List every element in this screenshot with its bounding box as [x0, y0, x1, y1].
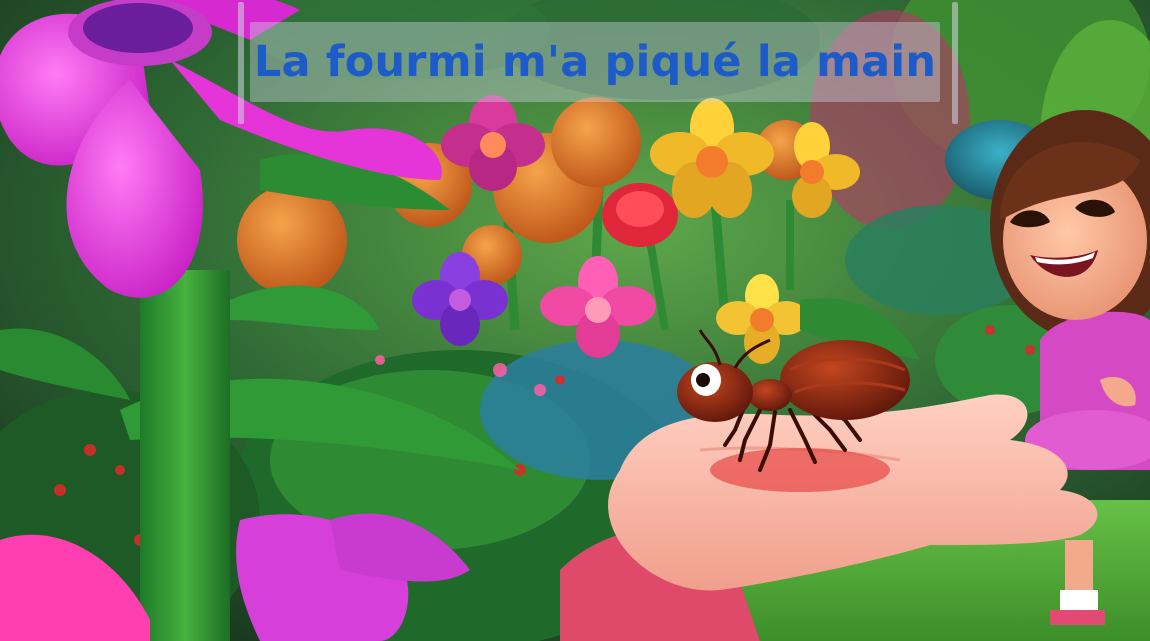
video-caption: La fourmi m'a piqué la main — [253, 37, 937, 87]
video-caption-box: La fourmi m'a piqué la main — [250, 22, 940, 102]
video-frame: La fourmi m'a piqué la main — [0, 0, 1150, 641]
caption-frame-left — [238, 2, 244, 124]
caption-frame-right — [952, 2, 958, 124]
